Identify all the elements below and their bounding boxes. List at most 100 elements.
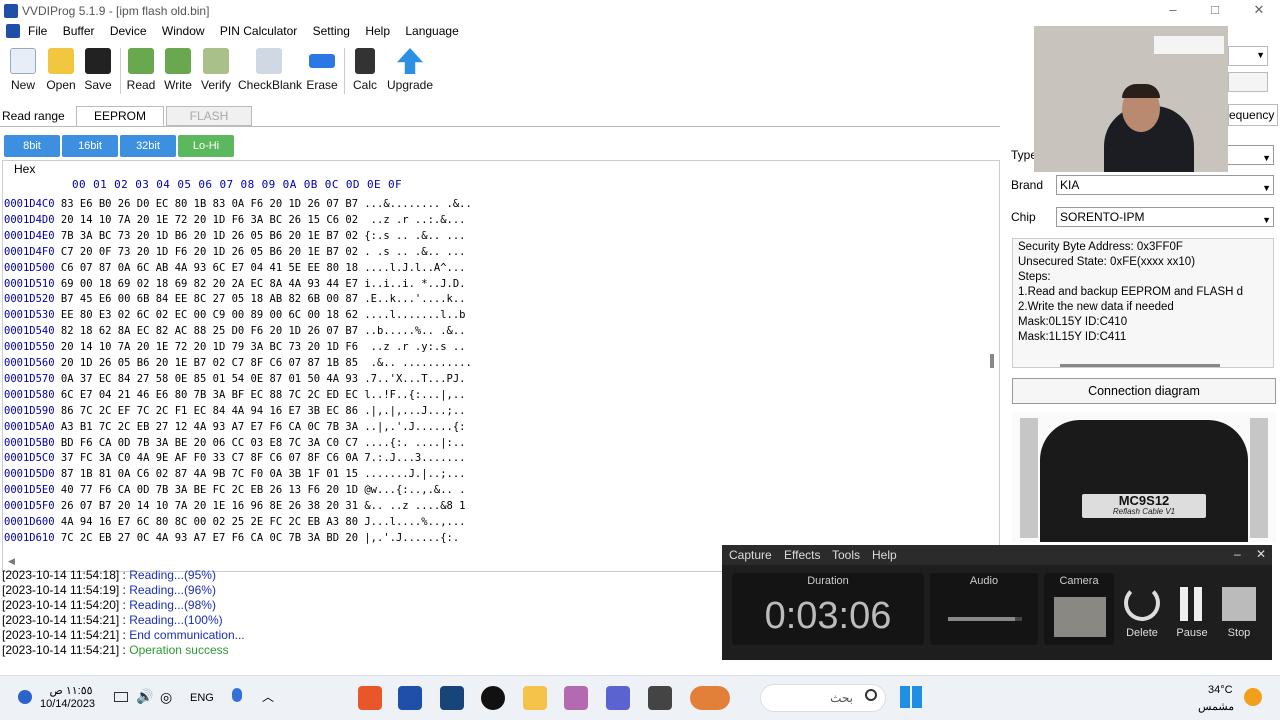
file-explorer-taskbar-icon[interactable] bbox=[523, 686, 547, 710]
hex-ascii[interactable]: ..|,.'.J......{: bbox=[364, 421, 465, 433]
hex-row[interactable]: 0001D580 6C E7 04 21 46 E6 80 7B 3A BF E… bbox=[4, 387, 466, 403]
hex-row[interactable]: 0001D530 EE 80 E3 02 6C 02 EC 00 C9 00 8… bbox=[4, 307, 466, 323]
stop-label[interactable]: Stop bbox=[1219, 627, 1259, 639]
calc-button[interactable]: Calc bbox=[350, 48, 380, 92]
hex-bytes[interactable]: 20 1D 26 05 B6 20 1E B7 02 C7 8F C6 07 8… bbox=[61, 357, 358, 369]
delete-label[interactable]: Delete bbox=[1120, 627, 1164, 639]
small-button[interactable] bbox=[1228, 72, 1268, 92]
clock-time[interactable]: ١١:٥٥ ص bbox=[44, 684, 98, 697]
hex-ascii[interactable]: ..b.....%.. .&.. bbox=[364, 325, 465, 337]
hex-bytes[interactable]: 40 77 F6 CA 0D 7B 3A BE FC 2C EB 26 13 F… bbox=[61, 484, 358, 496]
hex-ascii[interactable]: &.. ..z ....&8 1 bbox=[364, 500, 465, 512]
hex-ascii[interactable]: . .s .. .&.. ... bbox=[364, 246, 465, 258]
pause-icon[interactable] bbox=[1180, 587, 1202, 621]
hex-row[interactable]: 0001D600 4A 94 16 E7 6C 80 8C 00 02 25 2… bbox=[4, 514, 466, 530]
rec-menu-effects[interactable]: Effects bbox=[784, 548, 820, 562]
photos-taskbar-icon[interactable] bbox=[564, 686, 588, 710]
menu-language[interactable]: Language bbox=[405, 24, 458, 38]
hex-bytes[interactable]: 0A 37 EC 84 27 58 0E 85 01 54 0E 87 01 5… bbox=[61, 373, 358, 385]
tiktok-taskbar-icon[interactable] bbox=[481, 686, 505, 710]
hex-ascii[interactable]: 7.:.J...3....... bbox=[364, 452, 465, 464]
hex-bytes[interactable]: 26 07 B7 20 14 10 7A 20 1E 16 96 8E 26 3… bbox=[61, 500, 358, 512]
hex-ascii[interactable]: .7..'X...T...PJ. bbox=[364, 373, 465, 385]
hex-bytes[interactable]: 69 00 18 69 02 18 69 82 20 2A EC 8A 4A 9… bbox=[61, 278, 358, 290]
hex-row[interactable]: 0001D5F0 26 07 B7 20 14 10 7A 20 1E 16 9… bbox=[4, 498, 466, 514]
new-button[interactable]: New bbox=[8, 48, 38, 92]
hex-bytes[interactable]: 37 FC 3A C0 4A 9E AF F0 33 C7 8F C6 07 8… bbox=[61, 452, 358, 464]
hex-row[interactable]: 0001D4C0 83 E6 B0 26 D0 EC 80 1B 83 0A F… bbox=[4, 196, 472, 212]
weather-temp[interactable]: 34°C bbox=[1208, 684, 1233, 696]
audio-level-bar[interactable] bbox=[948, 617, 1022, 621]
hex-bytes[interactable]: 82 18 62 8A EC 82 AC 88 25 D0 F6 20 1D 2… bbox=[61, 325, 358, 337]
menu-file[interactable]: File bbox=[28, 24, 47, 38]
battery-icon[interactable] bbox=[114, 692, 128, 702]
weather-desc[interactable]: مشمس bbox=[1198, 700, 1234, 713]
hex-ascii[interactable]: ....l.J.l..A^... bbox=[364, 262, 465, 274]
hex-ascii[interactable]: ..z .r ..:.&... bbox=[364, 214, 466, 226]
read-button[interactable]: Read bbox=[126, 48, 156, 92]
open-button[interactable]: Open bbox=[44, 48, 78, 92]
rec-menu-tools[interactable]: Tools bbox=[832, 548, 860, 562]
vvdi-taskbar-icon[interactable] bbox=[398, 686, 422, 710]
rec-menu-help[interactable]: Help bbox=[872, 548, 897, 562]
select-top[interactable]: ▼ bbox=[1228, 46, 1268, 66]
hex-row[interactable]: 0001D570 0A 37 EC 84 27 58 0E 85 01 54 0… bbox=[4, 371, 466, 387]
hex-row[interactable]: 0001D5B0 BD F6 CA 0D 7B 3A BE 20 06 CC 0… bbox=[4, 435, 466, 451]
hex-ascii[interactable]: ...&........ .&.. bbox=[364, 198, 471, 210]
hex-hscroll-left-icon[interactable]: ◀ bbox=[8, 556, 15, 567]
hex-bytes[interactable]: C7 20 0F 73 20 1D F6 20 1D 26 05 B6 20 1… bbox=[61, 246, 358, 258]
hex-bytes[interactable]: 7B 3A BC 73 20 1D B6 20 1D 26 05 B6 20 1… bbox=[61, 230, 358, 242]
hex-bytes[interactable]: 20 14 10 7A 20 1E 72 20 1D 79 3A BC 73 2… bbox=[61, 341, 358, 353]
hex-bytes[interactable]: C6 07 87 0A 6C AB 4A 93 6C E7 04 41 5E E… bbox=[61, 262, 358, 274]
hex-ascii[interactable]: @w...{:..,.&.. . bbox=[364, 484, 465, 496]
save-button[interactable]: Save bbox=[84, 48, 112, 92]
pause-label[interactable]: Pause bbox=[1172, 627, 1212, 639]
camtasia-taskbar-icon[interactable] bbox=[358, 686, 382, 710]
hex-bytes[interactable]: 86 7C 2C EF 7C 2C F1 EC 84 4A 94 16 E7 3… bbox=[61, 405, 358, 417]
menu-setting[interactable]: Setting bbox=[313, 24, 350, 38]
hex-ascii[interactable]: .......J.|..;... bbox=[364, 468, 465, 480]
teams-taskbar-icon[interactable] bbox=[606, 686, 630, 710]
hex-bytes[interactable]: 6C E7 04 21 46 E6 80 7B 3A BF EC 88 7C 2… bbox=[61, 389, 358, 401]
hex-ascii[interactable]: ....l.......l..b bbox=[364, 309, 465, 321]
window-taskbar-icon[interactable] bbox=[648, 686, 672, 710]
camera-thumbnail[interactable] bbox=[1054, 597, 1106, 637]
verify-button[interactable]: Verify bbox=[200, 48, 232, 92]
hex-bytes[interactable]: BD F6 CA 0D 7B 3A BE 20 06 CC 03 E8 7C 3… bbox=[61, 437, 358, 449]
hex-bytes[interactable]: 20 14 10 7A 20 1E 72 20 1D F6 3A BC 26 1… bbox=[61, 214, 358, 226]
hex-ascii[interactable]: {:.s .. .&.. ... bbox=[364, 230, 465, 242]
hex-row[interactable]: 0001D500 C6 07 87 0A 6C AB 4A 93 6C E7 0… bbox=[4, 260, 466, 276]
hex-row[interactable]: 0001D5C0 37 FC 3A C0 4A 9E AF F0 33 C7 8… bbox=[4, 450, 466, 466]
hex-row[interactable]: 0001D610 7C 2C EB 27 0C 4A 93 A7 E7 F6 C… bbox=[4, 530, 459, 546]
hex-bytes[interactable]: 83 E6 B0 26 D0 EC 80 1B 83 0A F6 20 1D 2… bbox=[61, 198, 358, 210]
hex-row[interactable]: 0001D550 20 14 10 7A 20 1E 72 20 1D 79 3… bbox=[4, 339, 466, 355]
hex-ascii[interactable]: J...l....%..,... bbox=[364, 516, 465, 528]
hex-row[interactable]: 0001D4F0 C7 20 0F 73 20 1D F6 20 1D 26 0… bbox=[4, 244, 466, 260]
hex-row[interactable]: 0001D520 B7 45 E6 00 6B 84 EE 8C 27 05 1… bbox=[4, 291, 466, 307]
connection-diagram-button[interactable]: Connection diagram bbox=[1012, 378, 1276, 404]
delete-icon[interactable] bbox=[1124, 585, 1160, 621]
rec-minimize-button[interactable]: – bbox=[1234, 547, 1241, 561]
hex-scrollbar[interactable] bbox=[990, 354, 994, 368]
hex-bytes[interactable]: 4A 94 16 E7 6C 80 8C 00 02 25 2E FC 2C E… bbox=[61, 516, 358, 528]
type-select[interactable]: ▼ bbox=[1228, 145, 1274, 165]
erase-button[interactable]: Erase bbox=[306, 48, 338, 92]
frequency-button[interactable]: equency bbox=[1228, 104, 1278, 126]
microphone-icon[interactable] bbox=[232, 688, 242, 702]
clock-date[interactable]: 10/14/2023 bbox=[40, 698, 95, 710]
info-hscroll[interactable] bbox=[1060, 364, 1220, 367]
write-button[interactable]: Write bbox=[162, 48, 194, 92]
hex-row[interactable]: 0001D4E0 7B 3A BC 73 20 1D B6 20 1D 26 0… bbox=[4, 228, 466, 244]
checkblank-button[interactable]: CheckBlank bbox=[238, 48, 302, 92]
upgrade-button[interactable]: Upgrade bbox=[386, 48, 434, 92]
hex-bytes[interactable]: EE 80 E3 02 6C 02 EC 00 C9 00 89 00 6C 0… bbox=[61, 309, 358, 321]
hex-row[interactable]: 0001D4D0 20 14 10 7A 20 1E 72 20 1D F6 3… bbox=[4, 212, 466, 228]
tab-eeprom[interactable]: EEPROM bbox=[76, 106, 164, 126]
taskbar-search-box[interactable]: بحث bbox=[760, 684, 886, 712]
bit-32-button[interactable]: 32bit bbox=[120, 135, 176, 157]
menu-pin-calculator[interactable]: PIN Calculator bbox=[220, 24, 297, 38]
hex-ascii[interactable]: .E..k...'....k.. bbox=[364, 293, 465, 305]
stop-icon[interactable] bbox=[1222, 587, 1256, 621]
hex-row[interactable]: 0001D590 86 7C 2C EF 7C 2C F1 EC 84 4A 9… bbox=[4, 403, 466, 419]
network-icon[interactable]: ◎ bbox=[160, 689, 172, 706]
